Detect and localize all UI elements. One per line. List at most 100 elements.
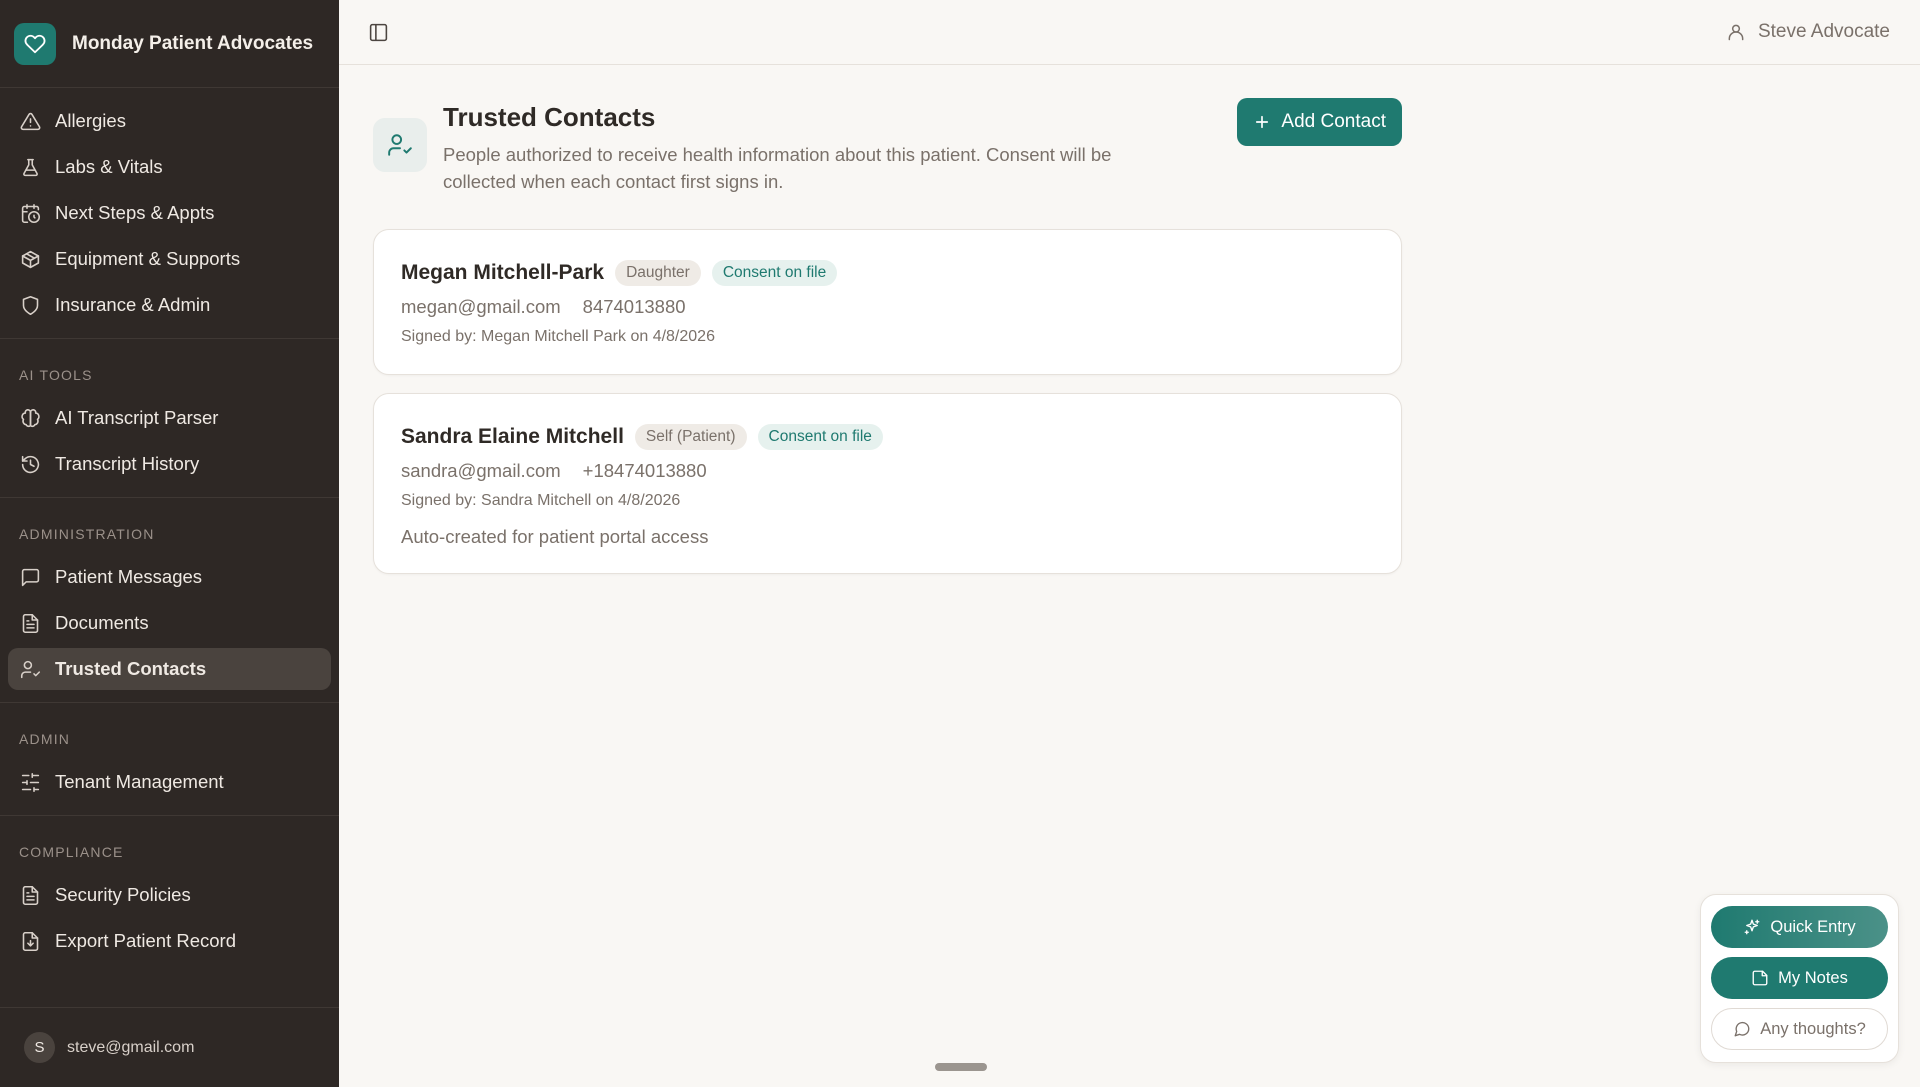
top-bar: Steve Advocate (339, 0, 1920, 65)
message-circle-icon (1734, 1021, 1750, 1037)
nav-administration: ADMINISTRATION Patient Messages Document… (0, 498, 339, 703)
sidebar-item-label: Allergies (55, 110, 126, 131)
alert-triangle-icon (19, 110, 41, 132)
consent-badge: Consent on file (757, 424, 883, 450)
brand-title: Monday Patient Advocates (72, 32, 314, 54)
contact-name: Sandra Elaine Mitchell (401, 425, 624, 448)
brand-header[interactable]: Monday Patient Advocates (0, 0, 339, 88)
sidebar-item-export-patient-record[interactable]: Export Patient Record (8, 920, 331, 962)
contact-card[interactable]: Megan Mitchell-Park Daughter Consent on … (373, 229, 1402, 375)
sidebar-item-security-policies[interactable]: Security Policies (8, 874, 331, 916)
sidebar-item-tenant-management[interactable]: Tenant Management (8, 761, 331, 803)
file-text-icon (19, 612, 41, 634)
contact-card[interactable]: Sandra Elaine Mitchell Self (Patient) Co… (373, 393, 1402, 574)
consent-signature: Signed by: Sandra Mitchell on 4/8/2026 (401, 492, 681, 509)
nav-compliance: COMPLIANCE Security Policies Export Pati… (0, 816, 339, 974)
relationship-badge: Self (Patient) (634, 424, 747, 450)
sidebar-item-label: Transcript History (55, 453, 200, 474)
calendar-clock-icon (19, 202, 41, 224)
sidebar-item-trusted-contacts[interactable]: Trusted Contacts (8, 648, 331, 690)
sidebar-item-ai-transcript-parser[interactable]: AI Transcript Parser (8, 397, 331, 439)
quick-entry-button[interactable]: Quick Entry (1711, 906, 1888, 948)
sidebar-toggle-button[interactable] (363, 17, 393, 47)
section-label-compliance: COMPLIANCE (19, 844, 124, 860)
sidebar-item-label: Security Policies (55, 884, 191, 905)
relationship-badge: Daughter (615, 260, 701, 286)
sliders-icon (19, 771, 41, 793)
sidebar-footer[interactable]: S steve@gmail.com (0, 1007, 339, 1087)
user-icon (1728, 24, 1744, 41)
add-contact-label: Add Contact (1281, 111, 1386, 132)
contact-email: megan@gmail.com (401, 296, 561, 317)
sidebar-item-insurance[interactable]: Insurance & Admin (8, 284, 331, 326)
sidebar-item-label: Tenant Management (55, 771, 224, 792)
sidebar-item-label: Labs & Vitals (55, 156, 163, 177)
section-label-administration: ADMINISTRATION (19, 526, 155, 542)
sidebar-item-labs-vitals[interactable]: Labs & Vitals (8, 146, 331, 188)
sidebar-item-allergies[interactable]: Allergies (8, 100, 331, 142)
heart-icon (14, 22, 56, 65)
contact-phone: +18474013880 (582, 460, 707, 481)
sticky-note-icon (1752, 970, 1768, 986)
sidebar-item-label: Insurance & Admin (55, 294, 211, 315)
user-check-icon (19, 658, 41, 680)
package-icon (19, 248, 41, 270)
contact-phone: 8474013880 (582, 296, 686, 317)
add-contact-button[interactable]: Add Contact (1237, 98, 1402, 146)
message-square-icon (19, 566, 41, 588)
contact-note: Auto-created for patient portal access (401, 526, 709, 547)
page-header-text: Trusted Contacts People authorized to re… (443, 98, 1183, 195)
sidebar: Monday Patient Advocates Allergies Labs … (0, 0, 339, 1087)
contact-details: megan@gmail.com 8474013880 (401, 296, 1374, 318)
sidebar-item-next-steps[interactable]: Next Steps & Appts (8, 192, 331, 234)
my-notes-button[interactable]: My Notes (1711, 957, 1888, 999)
sidebar-item-equipment[interactable]: Equipment & Supports (8, 238, 331, 280)
avatar: S (24, 1032, 55, 1063)
sidebar-item-label: Next Steps & Appts (55, 202, 215, 223)
user-name: Steve Advocate (1757, 21, 1890, 42)
main-content: Trusted Contacts People authorized to re… (373, 98, 1402, 574)
file-text-icon (19, 884, 41, 906)
sidebar-item-label: AI Transcript Parser (55, 407, 219, 428)
brain-icon (19, 407, 41, 429)
page-header: Trusted Contacts People authorized to re… (373, 98, 1402, 195)
contact-email: sandra@gmail.com (401, 460, 561, 481)
nav-main: Allergies Labs & Vitals Next Steps & App… (0, 88, 339, 339)
page-description: People authorized to receive health info… (443, 144, 1112, 192)
user-check-icon (373, 118, 427, 172)
sidebar-item-label: Export Patient Record (55, 930, 236, 951)
contact-header: Sandra Elaine Mitchell Self (Patient) Co… (401, 424, 1374, 450)
plus-icon (1256, 115, 1269, 129)
sidebar-item-label: Equipment & Supports (55, 248, 241, 269)
feedback-button[interactable]: Any thoughts? (1711, 1008, 1888, 1050)
sidebar-item-label: Patient Messages (55, 566, 203, 587)
user-email: steve@gmail.com (67, 1038, 195, 1056)
floating-action-panel: Quick Entry My Notes Any thoughts? (1700, 894, 1899, 1063)
consent-signature: Signed by: Megan Mitchell Park on 4/8/20… (401, 328, 715, 345)
sidebar-item-label: Trusted Contacts (55, 658, 207, 679)
user-menu[interactable]: Steve Advocate (1726, 21, 1890, 43)
shield-icon (19, 294, 41, 316)
nav-admin: ADMIN Tenant Management (0, 703, 339, 816)
file-download-icon (19, 930, 41, 952)
contact-details: sandra@gmail.com +18474013880 (401, 460, 1374, 482)
nav-ai-tools: AI TOOLS AI Transcript Parser Transcript… (0, 339, 339, 498)
sidebar-item-patient-messages[interactable]: Patient Messages (8, 556, 331, 598)
section-label-ai-tools: AI TOOLS (19, 367, 93, 383)
contact-name: Megan Mitchell-Park (401, 261, 605, 284)
section-label-admin: ADMIN (19, 731, 71, 747)
page-title: Trusted Contacts (443, 102, 656, 132)
my-notes-label: My Notes (1778, 968, 1848, 987)
flask-icon (19, 156, 41, 178)
sidebar-item-transcript-history[interactable]: Transcript History (8, 443, 331, 485)
panel-left-icon (369, 23, 387, 41)
consent-badge: Consent on file (711, 260, 838, 286)
drag-handle[interactable] (935, 1063, 987, 1071)
quick-entry-label: Quick Entry (1770, 917, 1856, 936)
sidebar-item-documents[interactable]: Documents (8, 602, 331, 644)
contact-header: Megan Mitchell-Park Daughter Consent on … (401, 260, 1374, 286)
feedback-label: Any thoughts? (1760, 1019, 1866, 1038)
sidebar-item-label: Documents (55, 612, 149, 633)
sparkles-icon (1744, 919, 1760, 935)
history-icon (19, 453, 41, 475)
